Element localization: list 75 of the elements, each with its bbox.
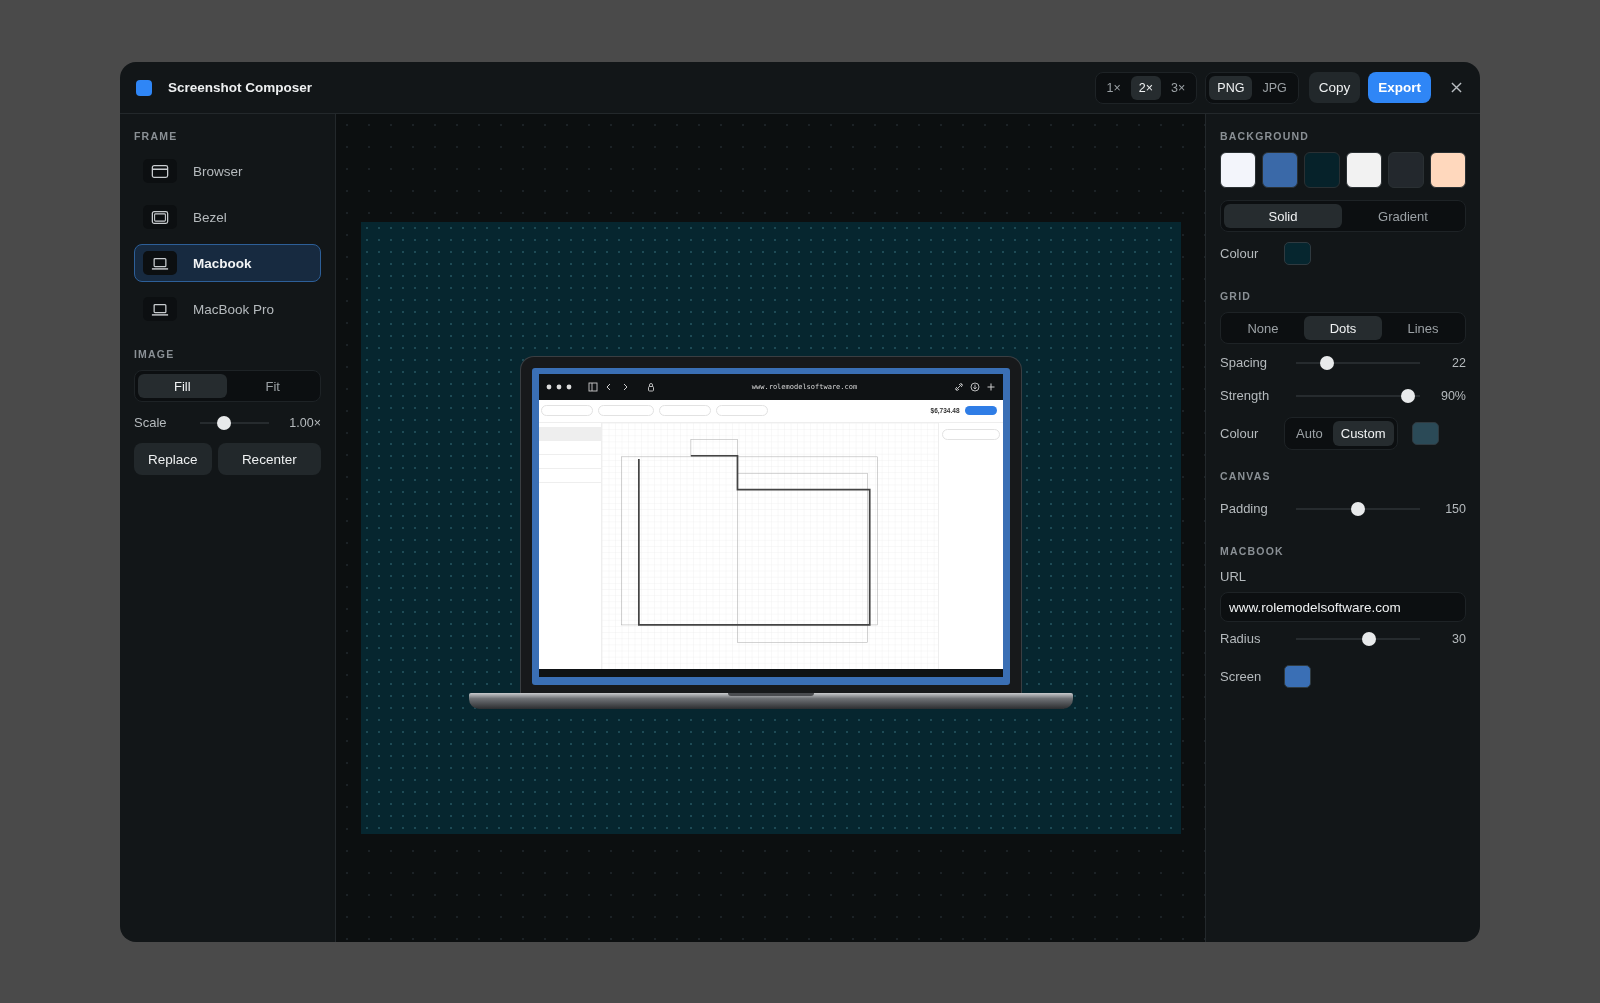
frame-option[interactable]: Browser: [134, 152, 321, 190]
window-title: Screenshot Composer: [168, 80, 313, 95]
background-swatch[interactable]: [1304, 152, 1340, 188]
background-swatch[interactable]: [1430, 152, 1466, 188]
section-heading: BACKGROUND: [1220, 130, 1310, 142]
slider-thumb[interactable]: [1400, 388, 1415, 403]
section-heading: FRAME: [134, 130, 179, 142]
colour-swatch[interactable]: [1284, 241, 1311, 265]
toggle-option[interactable]: Dots: [1304, 316, 1382, 340]
section-heading: CANVAS: [1220, 470, 1272, 482]
slider-thumb[interactable]: [1320, 355, 1335, 370]
url-input[interactable]: www.rolemodelsoftware.com: [1220, 592, 1466, 622]
background-swatch[interactable]: [1262, 152, 1298, 188]
toggle-option[interactable]: 2×: [1130, 75, 1162, 100]
toggle-option[interactable]: Auto: [1288, 420, 1331, 446]
toggle-option[interactable]: PNG: [1209, 75, 1253, 100]
toggle-option[interactable]: Custom: [1332, 420, 1394, 446]
field-label: URL: [1220, 569, 1247, 584]
slider-label: Radius: [1220, 631, 1262, 646]
toggle-option[interactable]: JPG: [1254, 75, 1295, 100]
slider-value: 150: [1444, 501, 1466, 516]
window-dots-icon: [545, 383, 572, 390]
field-label: Screen: [1220, 668, 1263, 684]
lock-icon: [645, 381, 656, 392]
field-label: Colour: [1220, 425, 1260, 441]
toggle-option[interactable]: Fit: [228, 374, 317, 398]
frame-option[interactable]: Macbook: [134, 244, 321, 282]
download-icon: [969, 381, 980, 392]
colour-swatch[interactable]: [1411, 421, 1439, 445]
toggle-option[interactable]: 3×: [1163, 75, 1194, 100]
slider[interactable]: [200, 415, 269, 430]
frame-option[interactable]: MacBook Pro: [134, 290, 321, 328]
slider-label: Spacing: [1220, 355, 1268, 370]
slider[interactable]: [1296, 355, 1420, 370]
sidebar-icon: [587, 381, 598, 392]
action-button[interactable]: Recenter: [217, 443, 321, 475]
toggle-option[interactable]: 1×: [1098, 75, 1129, 100]
slider[interactable]: [1296, 388, 1420, 403]
plus-icon: [985, 381, 996, 392]
laptop-icon: [151, 255, 169, 271]
slider-thumb[interactable]: [1351, 501, 1365, 516]
slider-value: 1.00×: [288, 415, 321, 430]
frame-option[interactable]: Bezel: [134, 198, 321, 236]
browser-window-icon: [151, 163, 169, 179]
toggle-option[interactable]: None: [1224, 316, 1302, 340]
slider-thumb[interactable]: [1362, 631, 1376, 646]
toggle-option[interactable]: Gradient: [1344, 204, 1462, 228]
slider-value: 90%: [1439, 388, 1466, 403]
slider-label: Scale: [134, 415, 168, 430]
link-icon: [953, 381, 964, 392]
copy-button[interactable]: Copy: [1308, 72, 1361, 103]
section-heading: GRID: [1220, 290, 1253, 302]
export-button[interactable]: Export: [1368, 72, 1431, 103]
action-button[interactable]: Replace: [134, 443, 212, 475]
slider-value: 30: [1451, 631, 1466, 646]
toggle-option[interactable]: Lines: [1384, 316, 1462, 340]
colour-swatch[interactable]: [1284, 664, 1311, 688]
section-heading: MACBOOK: [1220, 545, 1285, 557]
slider-value: 22: [1451, 355, 1466, 370]
slider-thumb[interactable]: [216, 415, 231, 430]
background-swatch[interactable]: [1346, 152, 1382, 188]
bezel-frame-icon: [151, 209, 169, 225]
slider-label: Padding: [1220, 501, 1269, 516]
app-logo-icon: [136, 79, 152, 96]
background-swatch[interactable]: [1388, 152, 1424, 188]
field-label: Colour: [1220, 245, 1260, 261]
slider[interactable]: [1296, 631, 1420, 646]
slider[interactable]: [1296, 501, 1420, 516]
laptop-icon: [151, 301, 169, 317]
close-icon[interactable]: [1451, 82, 1462, 93]
toggle-option[interactable]: Fill: [138, 374, 227, 398]
toggle-option[interactable]: Solid: [1224, 204, 1342, 228]
background-swatch[interactable]: [1220, 152, 1256, 188]
slider-label: Strength: [1220, 388, 1271, 403]
section-heading: IMAGE: [134, 348, 176, 360]
